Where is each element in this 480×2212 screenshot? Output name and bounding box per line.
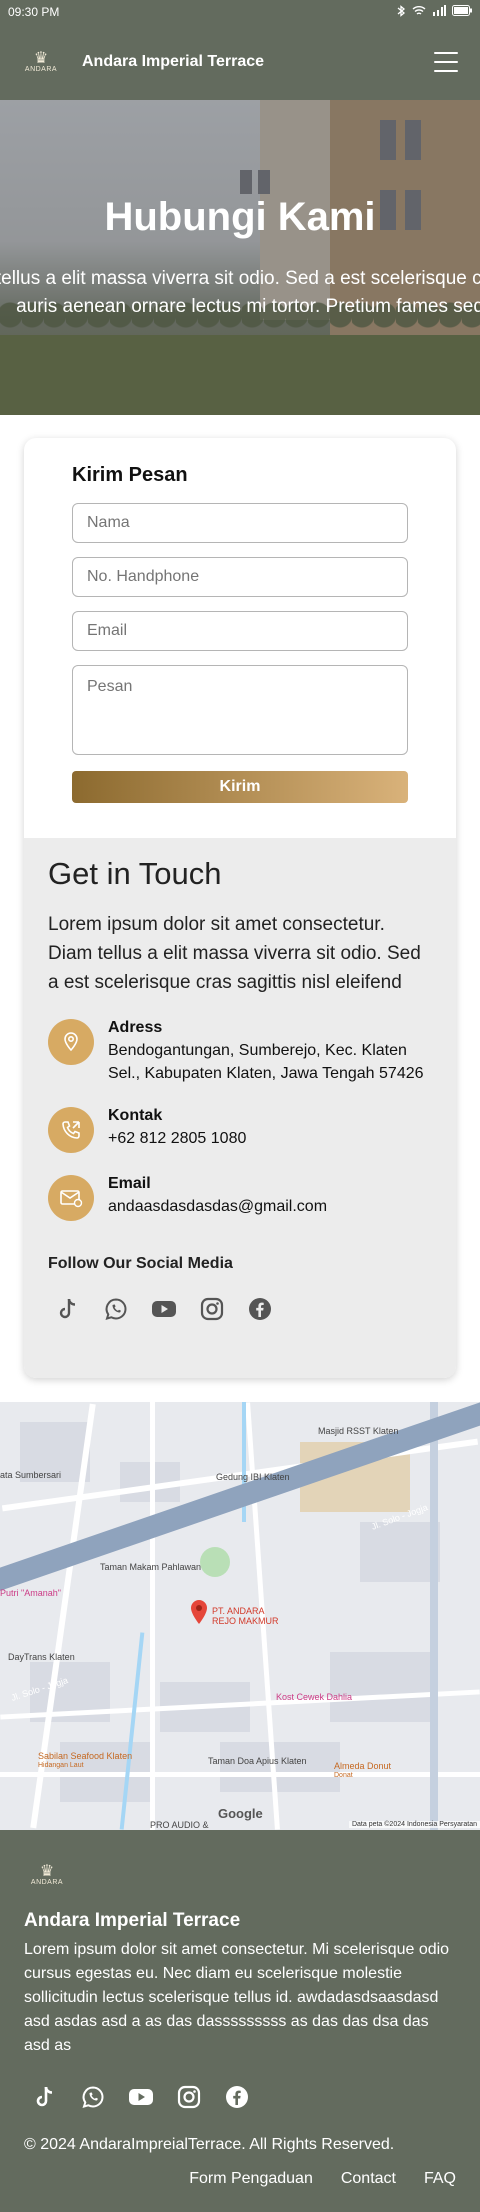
site-footer: ♛ ANDARA Andara Imperial Terrace Lorem i… — [0, 1830, 480, 2212]
location-map[interactable]: Masjid RSST Klaten ata Sumbersari Gedung… — [0, 1402, 480, 1830]
contact-value[interactable]: +62 812 2805 1080 — [108, 1127, 246, 1150]
mail-icon — [48, 1175, 94, 1221]
email-input[interactable] — [72, 611, 408, 651]
footer-tiktok-icon[interactable] — [32, 2084, 58, 2110]
map-label-pin-line-1: PT. ANDARA — [212, 1606, 265, 1616]
follow-social-label: Follow Our Social Media — [48, 1255, 233, 1272]
map-label-pro-audio: PRO AUDIO & — [150, 1820, 209, 1830]
social-links — [48, 1295, 432, 1323]
status-bar: 09:30 PM — [0, 0, 480, 24]
map-label-taman-doa: Taman Doa Apius Klaten — [208, 1756, 307, 1766]
footer-youtube-icon[interactable] — [128, 2084, 154, 2110]
status-icons — [396, 4, 472, 20]
get-in-touch-section: Get in Touch Lorem ipsum dolor sit amet … — [24, 838, 456, 1378]
map-attribution[interactable]: Data peta ©2024 Indonesia Persyaratan — [348, 1821, 480, 1828]
get-in-touch-description: Lorem ipsum dolor sit amet consectetur. … — [48, 914, 421, 993]
phone-input[interactable] — [72, 557, 408, 597]
map-label-almeda: Almeda Donut Donat — [334, 1762, 391, 1780]
map-label-masjid: Masjid RSST Klaten — [318, 1426, 399, 1436]
map-label-gedung: Gedung IBI Klaten — [216, 1472, 290, 1482]
footer-logo[interactable]: ♛ ANDARA — [28, 1860, 66, 1890]
footer-social-links — [24, 2084, 456, 2110]
map-label-almeda-sub: Donat — [334, 1772, 353, 1779]
hero-banner: Hubungi Kami n tellus a elit massa viver… — [0, 100, 480, 415]
address-value: Bendogantungan, Sumberejo, Kec. Klaten S… — [108, 1042, 424, 1082]
youtube-icon[interactable] — [150, 1295, 178, 1323]
hero-text-line-2: auris aenean ornare lectus mi tortor. Pr… — [16, 296, 480, 317]
instagram-icon[interactable] — [198, 1295, 226, 1323]
header-title: Andara Imperial Terrace — [82, 53, 265, 70]
location-pin-icon — [48, 1019, 94, 1065]
footer-crown-icon: ♛ — [39, 1862, 55, 1880]
map-pin-icon[interactable] — [190, 1600, 208, 1624]
email-label: Email — [108, 1175, 151, 1192]
hero-text: n tellus a elit massa viverra sit odio. … — [0, 265, 480, 321]
footer-link-contact[interactable]: Contact — [341, 2170, 396, 2188]
hero-text-line-1: n tellus a elit massa viverra sit odio. … — [0, 268, 480, 289]
logo-text: ANDARA — [24, 65, 58, 73]
google-logo: Google — [218, 1806, 263, 1821]
wifi-icon — [412, 5, 426, 19]
map-label-sumbersari: ata Sumbersari — [0, 1470, 62, 1480]
battery-icon — [452, 5, 472, 19]
contact-form: Kirim Pesan Kirim — [72, 464, 408, 803]
contact-row: Kontak +62 812 2805 1080 — [48, 1107, 432, 1153]
map-label-kost: Kost Cewek Dahlia — [276, 1692, 353, 1702]
footer-links: Form Pengaduan Contact FAQ — [24, 2170, 456, 2188]
name-input[interactable] — [72, 503, 408, 543]
email-value[interactable]: andaasdasdasdas@gmail.com — [108, 1195, 327, 1218]
facebook-icon[interactable] — [246, 1295, 274, 1323]
email-row: Email andaasdasdasdas@gmail.com — [48, 1175, 432, 1221]
crown-icon: ♛ — [33, 49, 49, 67]
brand-logo[interactable]: ♛ ANDARA — [22, 47, 60, 77]
footer-link-faq[interactable]: FAQ — [424, 2170, 456, 2188]
map-label-putri: Putri "Amanah" — [0, 1588, 61, 1598]
bluetooth-icon — [396, 4, 406, 20]
send-button[interactable]: Kirim — [72, 771, 408, 803]
footer-logo-text: ANDARA — [30, 1878, 64, 1886]
hamburger-menu-icon[interactable] — [434, 52, 458, 72]
map-label-taman-makam: Taman Makam Pahlawan — [100, 1562, 202, 1572]
map-label-pt-andara: PT. ANDARA REJO MAKMUR — [212, 1606, 279, 1626]
map-label-daytrans: DayTrans Klaten — [8, 1652, 75, 1662]
contact-card: Kirim Pesan Kirim Get in Touch Lorem ips… — [24, 438, 456, 1378]
status-time: 09:30 PM — [8, 5, 60, 19]
message-textarea[interactable] — [72, 665, 408, 755]
phone-icon — [48, 1107, 94, 1153]
address-label: Adress — [108, 1019, 163, 1036]
map-park — [200, 1547, 230, 1577]
footer-link-form-pengaduan[interactable]: Form Pengaduan — [189, 2170, 313, 2188]
contact-label: Kontak — [108, 1107, 163, 1124]
footer-whatsapp-icon[interactable] — [80, 2084, 106, 2110]
app-header: ♛ ANDARA Andara Imperial Terrace — [0, 24, 480, 100]
whatsapp-icon[interactable] — [102, 1295, 130, 1323]
form-title: Kirim Pesan — [72, 464, 188, 486]
map-label-pin-line-2: REJO MAKMUR — [212, 1616, 279, 1626]
hero-title: Hubungi Kami — [104, 195, 376, 239]
tiktok-icon[interactable] — [54, 1295, 82, 1323]
footer-instagram-icon[interactable] — [176, 2084, 202, 2110]
get-in-touch-title: Get in Touch — [48, 856, 222, 891]
map-label-sabilan-sub: Hidangan Laut — [38, 1762, 84, 1769]
map-label-sabilan-name: Sabilan Seafood Klaten — [38, 1751, 133, 1761]
signal-icon — [432, 5, 446, 19]
address-row: Adress Bendogantungan, Sumberejo, Kec. K… — [48, 1019, 432, 1085]
copyright-text: © 2024 AndaraImpreialTerrace. All Rights… — [24, 2136, 395, 2153]
footer-description: Lorem ipsum dolor sit amet consectetur. … — [24, 1941, 450, 2054]
footer-title: Andara Imperial Terrace — [24, 1910, 241, 1931]
map-label-sabilan: Sabilan Seafood Klaten Hidangan Laut — [38, 1752, 132, 1770]
footer-facebook-icon[interactable] — [224, 2084, 250, 2110]
map-label-almeda-name: Almeda Donut — [334, 1761, 392, 1771]
